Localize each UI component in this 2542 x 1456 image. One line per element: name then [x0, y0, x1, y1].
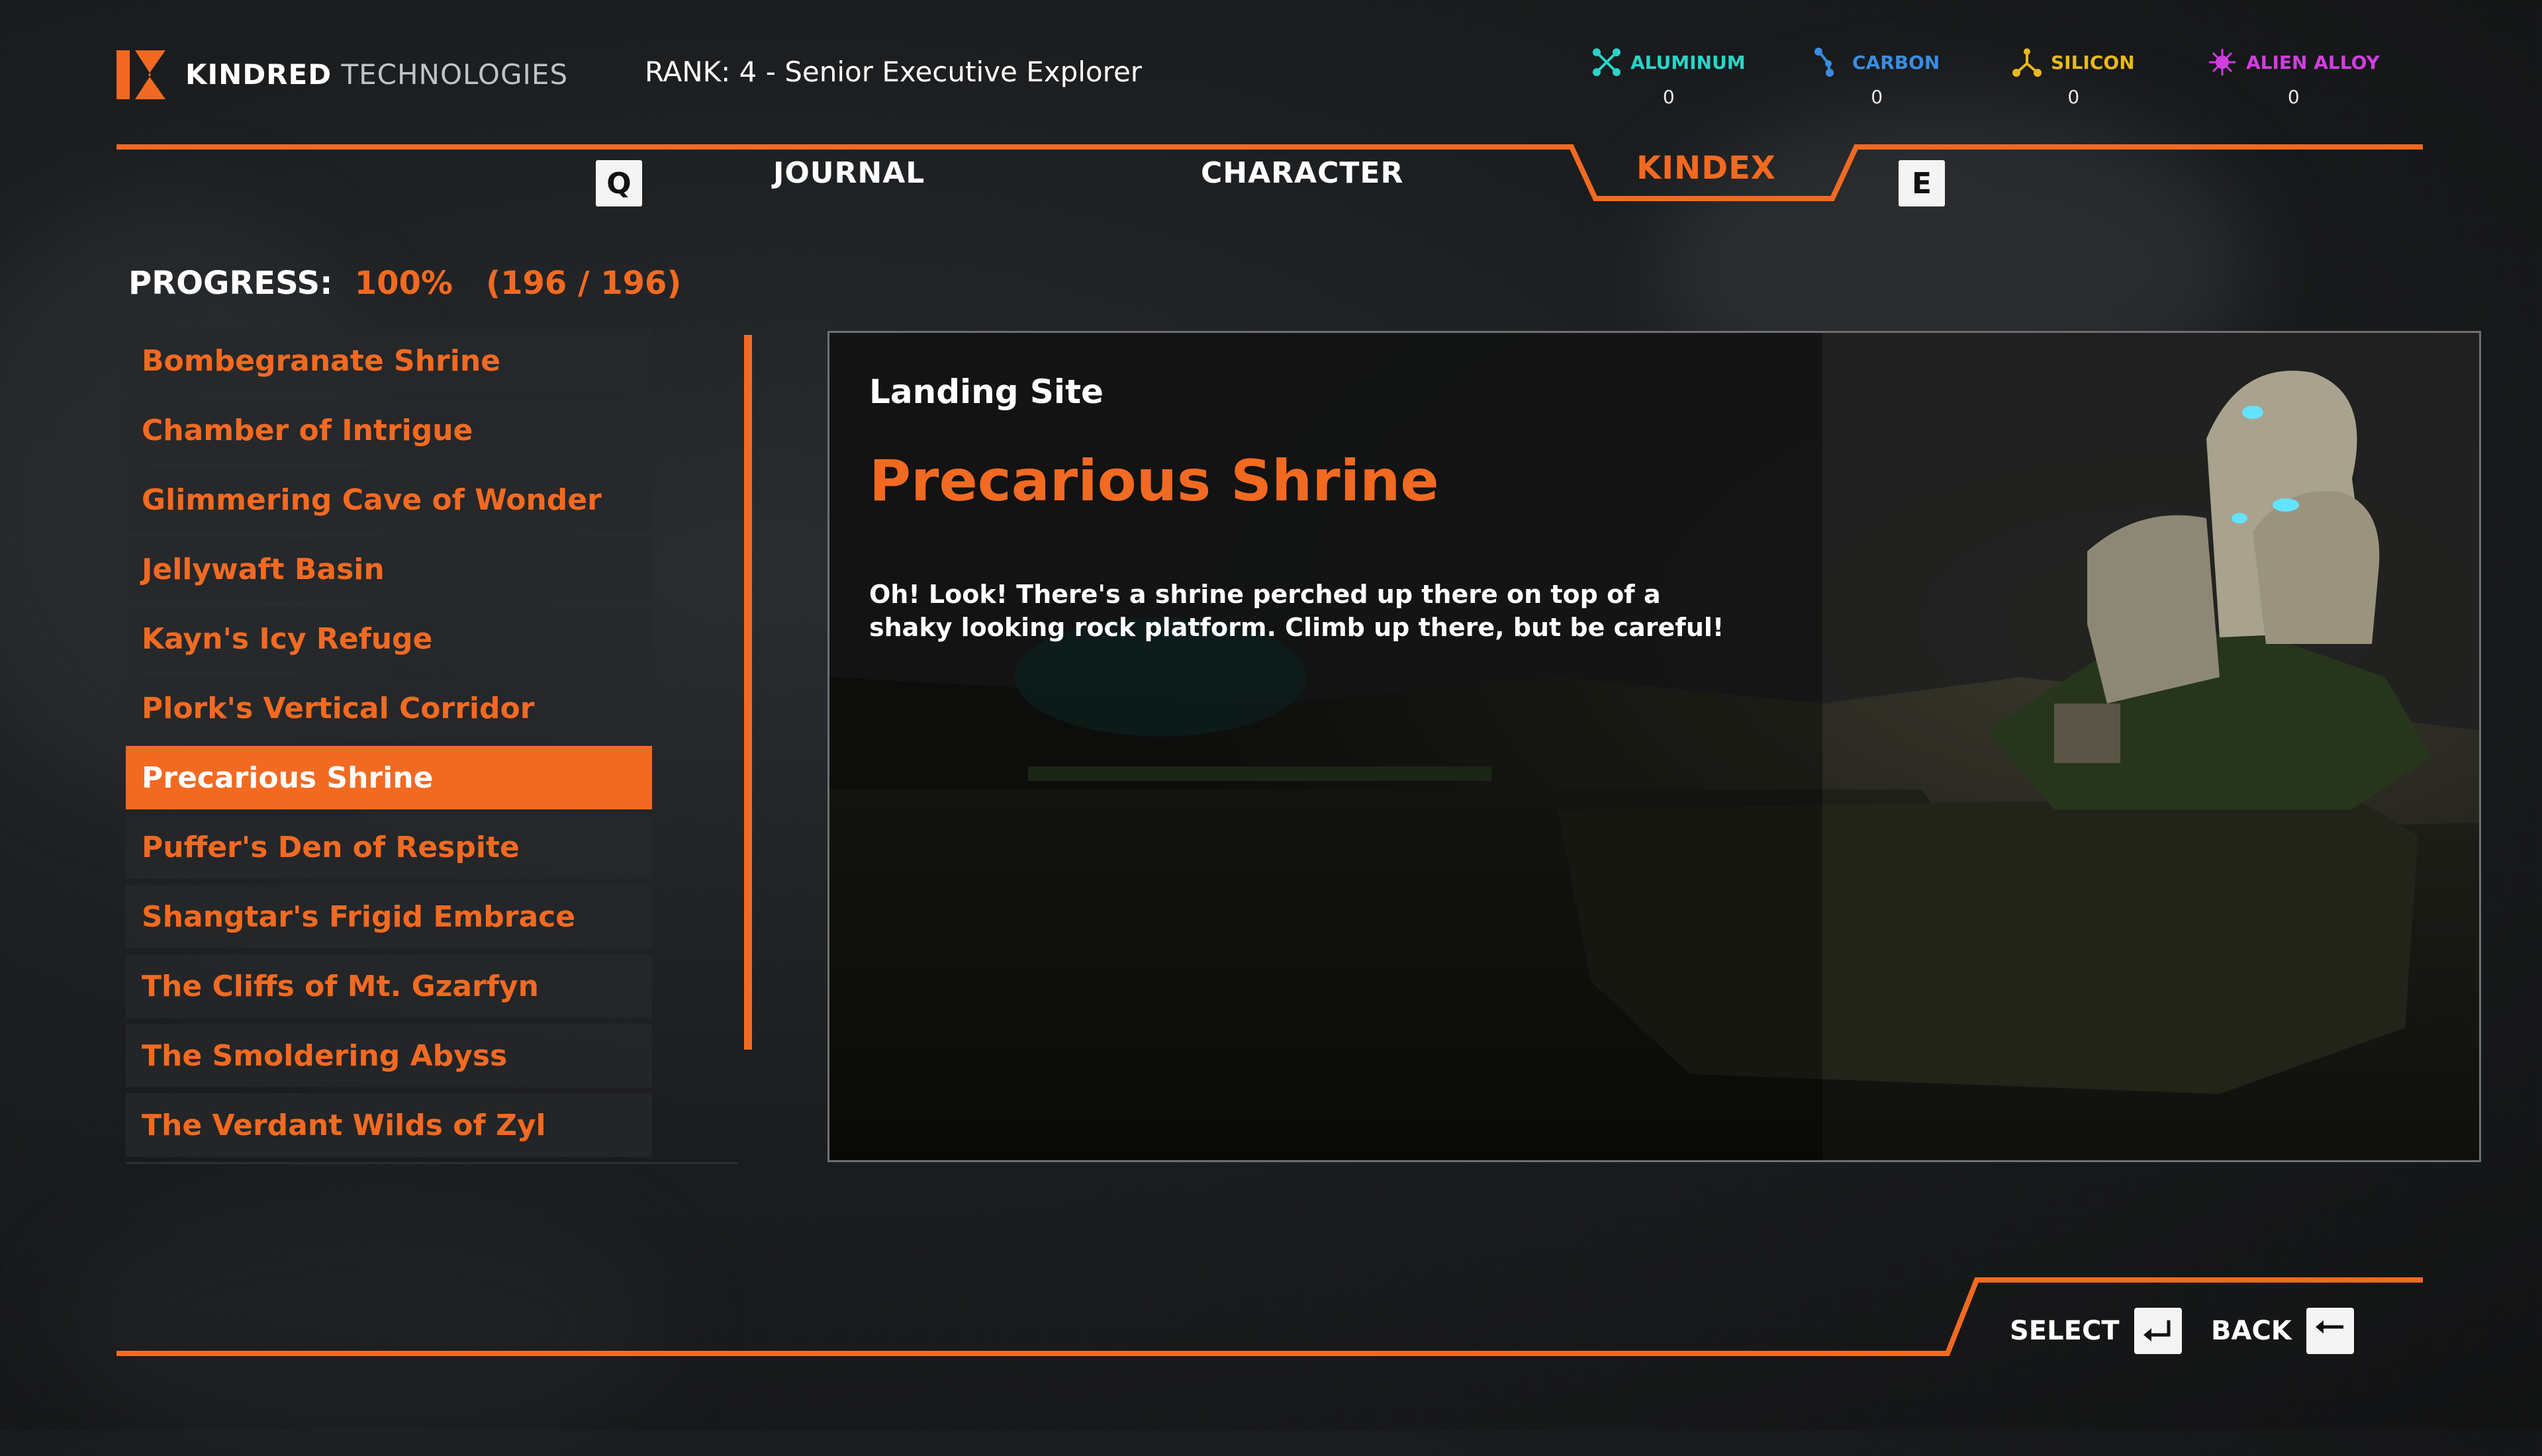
resource-name: CARBON [1852, 51, 1940, 73]
list-bottom-divider [126, 1162, 738, 1164]
resource-silicon: SILICON 0 [2012, 48, 2135, 108]
back-button[interactable] [2306, 1308, 2354, 1354]
select-button[interactable] [2134, 1308, 2182, 1354]
list-item[interactable]: Plork's Vertical Corridor [126, 676, 652, 740]
tab-kindex[interactable]: KINDEX [1636, 150, 1776, 187]
resource-value: 0 [1662, 86, 1675, 108]
back-label: BACK [2211, 1316, 2292, 1346]
resource-name: SILICON [2051, 51, 2135, 73]
progress-label: PROGRESS: [128, 265, 333, 302]
list-item-selected[interactable]: Precarious Shrine [126, 746, 652, 809]
list-item[interactable]: Bombegranate Shrine [126, 329, 652, 392]
resource-name: ALUMINUM [1630, 51, 1746, 73]
list-item[interactable]: The Cliffs of Mt. Gzarfyn [126, 954, 652, 1018]
kindred-logo-icon [117, 50, 165, 99]
silicon-icon [2012, 48, 2042, 77]
carbon-icon [1814, 48, 1834, 77]
backspace-key-icon [2316, 1320, 2343, 1334]
aluminum-icon [1593, 48, 1621, 76]
resource-value: 0 [2287, 86, 2300, 108]
progress-summary: PROGRESS: 100% (196 / 196) [128, 265, 681, 302]
alien-alloy-icon [2209, 49, 2236, 75]
tab-character[interactable]: CHARACTER [1201, 156, 1403, 190]
resource-carbon: CARBON 0 [1814, 48, 1940, 108]
detail-region: Landing Site [869, 373, 1104, 411]
next-tab-key-e[interactable]: E [1899, 160, 1945, 206]
brand-secondary: TECHNOLOGIES [341, 58, 569, 91]
resource-name: ALIEN ALLOY [2246, 51, 2380, 73]
progress-count: (196 / 196) [486, 265, 682, 302]
progress-percent: 100% [354, 265, 453, 302]
resource-value: 0 [2067, 86, 2080, 108]
brand-primary: KINDRED [185, 58, 332, 91]
detail-title: Precarious Shrine [869, 448, 1439, 514]
rank-label: RANK: 4 - Senior Executive Explorer [645, 56, 1143, 88]
kindex-location-list: Bombegranate Shrine Chamber of Intrigue … [126, 329, 652, 1163]
list-item[interactable]: Jellywaft Basin [126, 537, 652, 601]
list-item[interactable]: Kayn's Icy Refuge [126, 607, 652, 670]
list-item[interactable]: Chamber of Intrigue [126, 398, 652, 462]
list-item[interactable]: Shangtar's Frigid Embrace [126, 885, 652, 948]
prev-tab-key-q[interactable]: Q [596, 160, 642, 206]
detail-description: Oh! Look! There's a shrine perched up th… [869, 580, 1724, 642]
list-item[interactable]: The Smoldering Abyss [126, 1024, 652, 1087]
resource-alien-alloy: ALIEN ALLOY 0 [2208, 48, 2380, 108]
list-item[interactable]: The Verdant Wilds of Zyl [126, 1093, 652, 1157]
list-scrollbar[interactable] [744, 335, 752, 1050]
kindex-screen: KINDRED TECHNOLOGIES RANK: 4 - Senior Ex… [0, 0, 2542, 1430]
select-label: SELECT [2010, 1316, 2120, 1346]
tab-journal[interactable]: JOURNAL [773, 156, 925, 190]
list-item[interactable]: Puffer's Den of Respite [126, 815, 652, 879]
detail-panel: Landing Site Precarious Shrine Oh! Look!… [827, 331, 2481, 1162]
enter-key-icon [2143, 1320, 2171, 1342]
brand-name: KINDRED TECHNOLOGIES [185, 58, 568, 91]
resource-aluminum: ALUMINUM 0 [1592, 48, 1746, 108]
resource-value: 0 [1871, 86, 1883, 108]
list-item[interactable]: Glimmering Cave of Wonder [126, 468, 652, 531]
